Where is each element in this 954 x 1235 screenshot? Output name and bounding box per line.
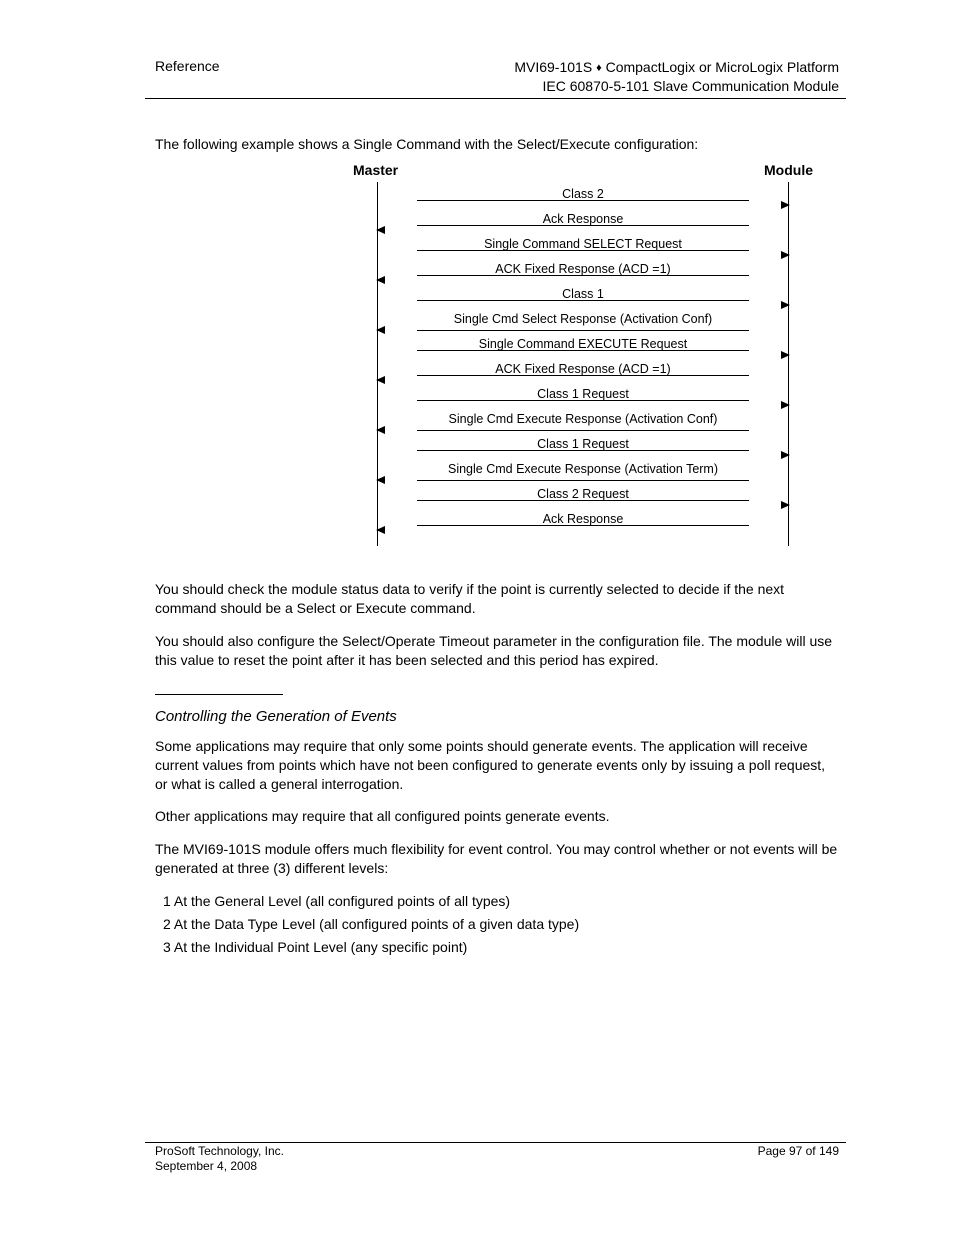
sequence-diagram: Master Module Class 2 Ack Response Single … xyxy=(353,162,813,562)
footer-company: ProSoft Technology, Inc. xyxy=(155,1144,284,1160)
seq-msg-4: Class 1 xyxy=(377,284,789,306)
header-rule xyxy=(145,98,846,99)
seq-msg-label: Class 1 Request xyxy=(417,438,749,452)
seq-msg-label: Single Cmd Execute Response (Activation … xyxy=(357,463,809,476)
seq-msg-0: Class 2 xyxy=(377,184,789,206)
header-module-desc: IEC 60870-5-101 Slave Communication Modu… xyxy=(514,77,839,96)
seq-msg-line xyxy=(417,330,749,331)
arrow-left-icon xyxy=(376,476,385,484)
seq-msg-7: ACK Fixed Response (ACD =1) xyxy=(377,359,789,381)
header-product-code: MVI69-101S xyxy=(514,59,596,75)
seq-msg-label: Single Command EXECUTE Request xyxy=(417,338,749,352)
seq-msg-label: Class 2 xyxy=(417,188,749,202)
list-item-level-3: 3 At the Individual Point Level (any spe… xyxy=(181,938,839,957)
seq-msg-label: Ack Response xyxy=(417,513,749,527)
arrow-right-icon xyxy=(781,501,790,509)
arrow-left-icon xyxy=(376,526,385,534)
seq-msg-3: ACK Fixed Response (ACD =1) xyxy=(377,259,789,281)
seq-msg-12: Class 2 Request xyxy=(377,484,789,506)
list-item-level-2: 2 At the Data Type Level (all configured… xyxy=(181,915,839,934)
seq-msg-label: Class 1 Request xyxy=(417,388,749,402)
header-product-line: MVI69-101S ♦ CompactLogix or MicroLogix … xyxy=(514,58,839,77)
arrow-right-icon xyxy=(781,451,790,459)
diagram-module-label: Module xyxy=(764,162,813,178)
arrow-left-icon xyxy=(376,376,385,384)
seq-msg-line xyxy=(417,430,749,431)
seq-msg-9: Single Cmd Execute Response (Activation … xyxy=(377,409,789,431)
diamond-icon: ♦ xyxy=(596,61,602,76)
seq-msg-6: Single Command EXECUTE Request xyxy=(377,334,789,356)
arrow-right-icon xyxy=(781,401,790,409)
seq-msg-11: Single Cmd Execute Response (Activation … xyxy=(377,459,789,481)
diagram-master-label: Master xyxy=(353,162,398,178)
seq-msg-label: Class 2 Request xyxy=(417,488,749,502)
seq-msg-line xyxy=(417,480,749,481)
arrow-left-icon xyxy=(376,326,385,334)
seq-msg-label: Ack Response xyxy=(417,213,749,227)
arrow-left-icon xyxy=(376,226,385,234)
seq-msg-2: Single Command SELECT Request xyxy=(377,234,789,256)
paragraph-select-operate-timeout: You should also configure the Select/Ope… xyxy=(155,632,839,670)
diagram-intro-text: The following example shows a Single Com… xyxy=(155,136,824,154)
arrow-right-icon xyxy=(781,351,790,359)
footer-date: September 4, 2008 xyxy=(155,1159,284,1175)
seq-msg-10: Class 1 Request xyxy=(377,434,789,456)
footer-page-number: Page 97 of 149 xyxy=(758,1144,839,1160)
arrow-right-icon xyxy=(781,251,790,259)
list-item-level-1: 1 At the General Level (all configured p… xyxy=(181,892,839,911)
header-section-name: Reference xyxy=(155,58,220,74)
arrow-left-icon xyxy=(376,426,385,434)
seq-msg-13: Ack Response xyxy=(377,509,789,531)
seq-msg-1: Ack Response xyxy=(377,209,789,231)
arrow-right-icon xyxy=(781,201,790,209)
header-platform: CompactLogix or MicroLogix Platform xyxy=(602,59,839,75)
paragraph-events-3: The MVI69-101S module offers much flexib… xyxy=(155,840,839,878)
section-divider xyxy=(155,694,283,695)
seq-msg-5: Single Cmd Select Response (Activation C… xyxy=(377,309,789,331)
paragraph-events-2: Other applications may require that all … xyxy=(155,807,839,826)
seq-msg-label: ACK Fixed Response (ACD =1) xyxy=(417,363,749,377)
subheading-events: Controlling the Generation of Events xyxy=(155,707,839,727)
paragraph-events-1: Some applications may require that only … xyxy=(155,737,839,794)
seq-msg-label: Single Command SELECT Request xyxy=(417,238,749,252)
seq-msg-label: Single Cmd Execute Response (Activation … xyxy=(357,413,809,426)
seq-msg-label: Single Cmd Select Response (Activation C… xyxy=(357,313,809,326)
seq-msg-label: Class 1 xyxy=(417,288,749,302)
seq-msg-label: ACK Fixed Response (ACD =1) xyxy=(417,263,749,277)
seq-msg-8: Class 1 Request xyxy=(377,384,789,406)
arrow-left-icon xyxy=(376,276,385,284)
paragraph-check-module-status: You should check the module status data … xyxy=(155,580,839,618)
arrow-right-icon xyxy=(781,301,790,309)
